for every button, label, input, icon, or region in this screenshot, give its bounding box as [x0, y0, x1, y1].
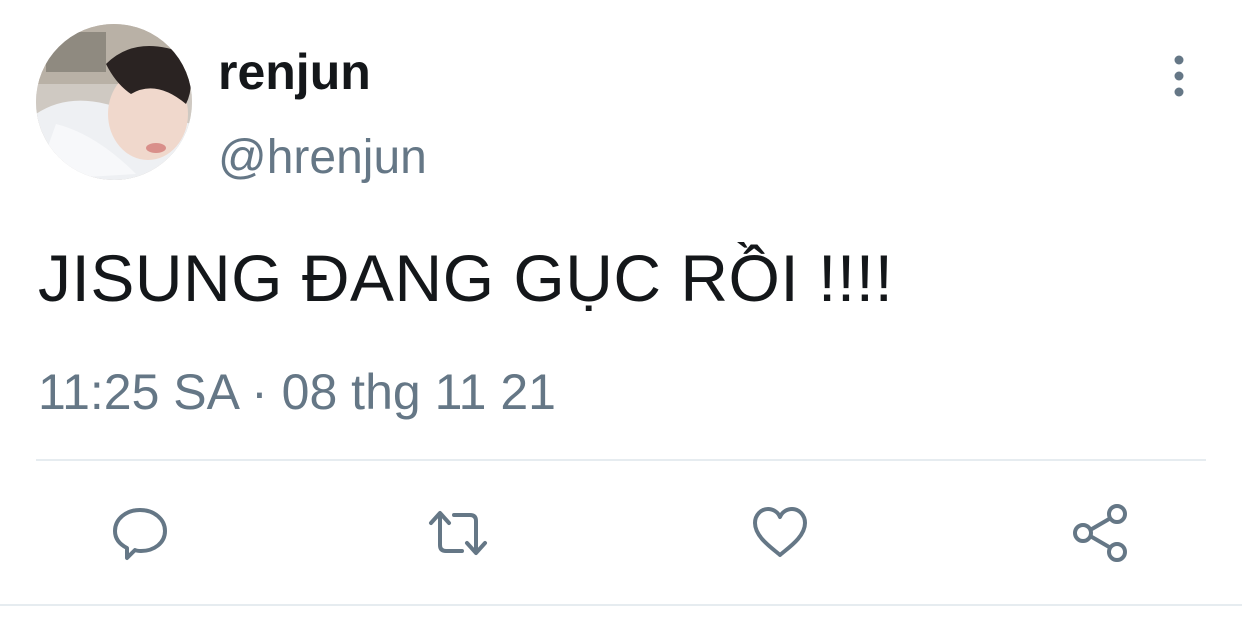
retweet-button[interactable] — [428, 503, 488, 563]
heart-icon — [753, 507, 807, 557]
tweet-timestamp[interactable]: 11:25 SA · 08 thg 11 21 — [38, 362, 556, 422]
user-handle[interactable]: @hrenjun — [218, 128, 427, 188]
tweet-detail: renjun @hrenjun JISUNG ĐANG GỤC RỒI !!!!… — [0, 0, 1242, 624]
avatar[interactable] — [36, 24, 192, 180]
more-options-button[interactable] — [1158, 52, 1200, 100]
tweet-text: JISUNG ĐANG GỤC RỒI !!!! — [38, 241, 894, 315]
display-name[interactable]: renjun — [218, 40, 371, 104]
retweet-icon — [429, 511, 487, 555]
reply-icon — [113, 508, 167, 560]
like-button[interactable] — [750, 503, 810, 563]
reply-button[interactable] — [110, 503, 170, 563]
share-icon — [1073, 504, 1127, 562]
divider — [36, 459, 1206, 461]
share-button[interactable] — [1070, 503, 1130, 563]
more-vertical-icon — [1174, 55, 1184, 97]
divider-bottom — [0, 604, 1242, 606]
avatar-photo — [36, 24, 192, 180]
